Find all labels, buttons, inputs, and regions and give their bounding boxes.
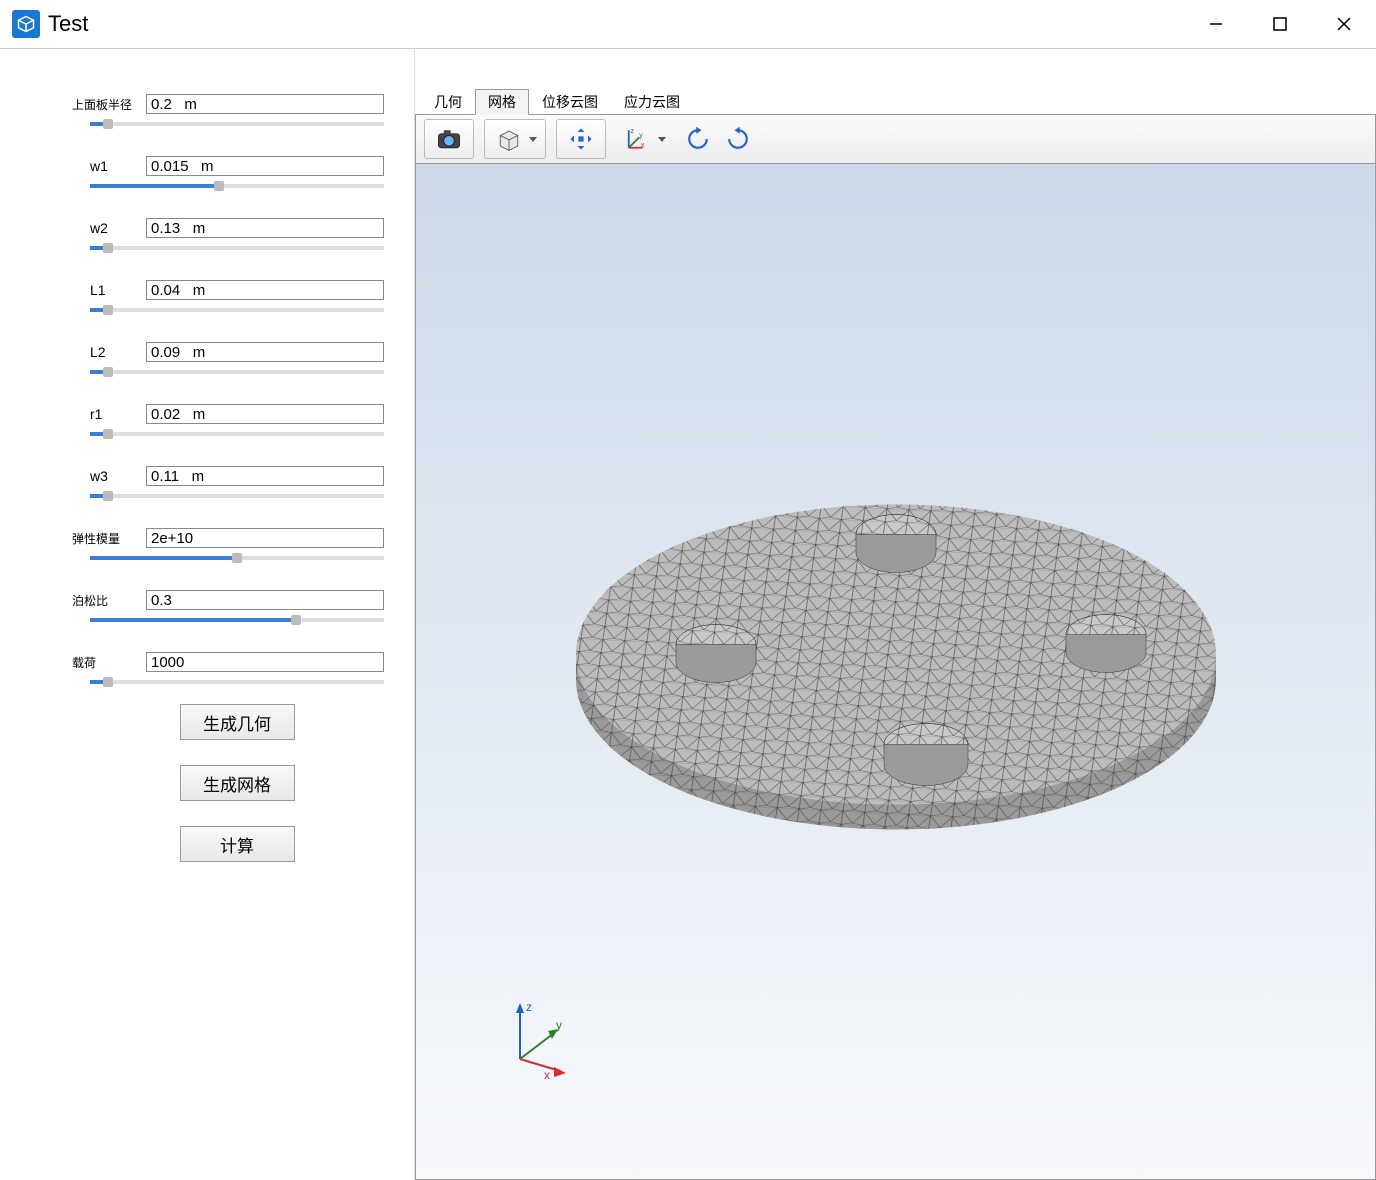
svg-text:y: y (639, 132, 643, 139)
param-slider[interactable] (90, 246, 384, 250)
param-input[interactable] (146, 342, 384, 362)
cube-view-dropdown[interactable] (527, 137, 539, 142)
mesh-viewport[interactable]: z y x (415, 164, 1376, 1180)
maximize-button[interactable] (1248, 0, 1312, 48)
generate-mesh-button[interactable]: 生成网格 (180, 765, 295, 801)
param-slider[interactable] (90, 680, 384, 684)
param-row-9: 载荷 (90, 652, 384, 672)
param-input[interactable] (146, 528, 384, 548)
param-slider[interactable] (90, 494, 384, 498)
param-input[interactable] (146, 652, 384, 672)
param-label: w1 (90, 158, 142, 174)
generate-geometry-button[interactable]: 生成几何 (180, 704, 295, 740)
axis-triad: z y x (500, 999, 580, 1079)
param-row-4: L2 (90, 342, 384, 362)
param-row-5: r1 (90, 404, 384, 424)
svg-text:x: x (544, 1068, 550, 1079)
svg-text:y: y (556, 1018, 562, 1032)
title-bar: Test (0, 0, 1376, 48)
param-row-7: 弹性模量 (90, 528, 384, 548)
tab-2[interactable]: 位移云图 (529, 89, 611, 115)
parameters-panel: 上面板半径 w1 w2 L1 L2 r1 w3 弹性模量泊松比载荷 生成几何 生成网格 计算 (0, 49, 415, 1180)
camera-icon[interactable] (431, 121, 467, 157)
pan-icon[interactable] (563, 121, 599, 157)
mesh-preview (546, 424, 1246, 874)
axes-icon[interactable]: zxy (616, 121, 652, 157)
param-slider[interactable] (90, 184, 384, 188)
app-icon (12, 10, 40, 38)
close-button[interactable] (1312, 0, 1376, 48)
param-input[interactable] (146, 156, 384, 176)
param-slider[interactable] (90, 618, 384, 622)
view-toolbar: zxy (415, 114, 1376, 164)
param-slider[interactable] (90, 556, 384, 560)
tab-1[interactable]: 网格 (475, 89, 529, 115)
param-label: w2 (90, 220, 142, 236)
tab-3[interactable]: 应力云图 (611, 89, 693, 115)
param-label: 上面板半径 (72, 96, 142, 113)
param-input[interactable] (146, 466, 384, 486)
param-row-2: w2 (90, 218, 384, 238)
rotate-ccw-icon[interactable] (720, 121, 756, 157)
param-label: w3 (90, 468, 142, 484)
param-slider[interactable] (90, 308, 384, 312)
cube-view-icon[interactable] (491, 121, 527, 157)
svg-text:z: z (631, 128, 635, 135)
param-row-6: w3 (90, 466, 384, 486)
svg-text:z: z (526, 1000, 532, 1014)
param-label: L2 (90, 344, 142, 360)
svg-text:x: x (641, 142, 645, 149)
param-input[interactable] (146, 280, 384, 300)
param-slider[interactable] (90, 370, 384, 374)
param-label: 泊松比 (72, 592, 142, 609)
param-row-0: 上面板半径 (90, 94, 384, 114)
axes-dropdown[interactable] (656, 137, 668, 142)
view-tabs: 几何网格位移云图应力云图 (415, 89, 1376, 115)
param-label: L1 (90, 282, 142, 298)
param-row-8: 泊松比 (90, 590, 384, 610)
param-input[interactable] (146, 404, 384, 424)
tab-0[interactable]: 几何 (421, 89, 475, 115)
param-input[interactable] (146, 590, 384, 610)
param-row-3: L1 (90, 280, 384, 300)
rotate-cw-icon[interactable] (680, 121, 716, 157)
window-title: Test (48, 11, 88, 37)
compute-button[interactable]: 计算 (180, 826, 295, 862)
param-label: 弹性模量 (72, 530, 142, 547)
param-input[interactable] (146, 218, 384, 238)
param-slider[interactable] (90, 122, 384, 126)
param-label: r1 (90, 406, 142, 422)
param-row-1: w1 (90, 156, 384, 176)
param-slider[interactable] (90, 432, 384, 436)
param-input[interactable] (146, 94, 384, 114)
minimize-button[interactable] (1184, 0, 1248, 48)
param-label: 载荷 (72, 654, 142, 671)
